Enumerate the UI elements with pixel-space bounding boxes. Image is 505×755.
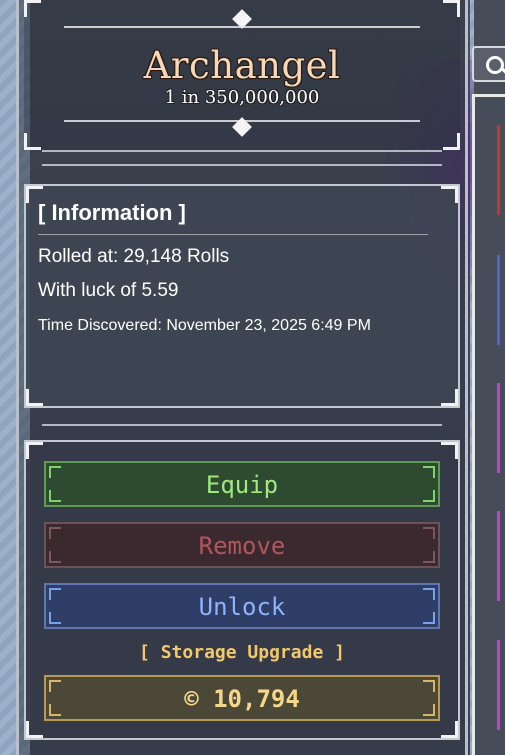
corner-bracket bbox=[423, 490, 435, 502]
information-panel: [ Information ] Rolled at: 29,148 Rolls … bbox=[24, 184, 460, 408]
remove-button[interactable]: Remove bbox=[44, 522, 440, 568]
corner-bracket bbox=[24, 133, 41, 150]
aura-header: Archangel 1 in 350,000,000 bbox=[24, 0, 460, 150]
information-heading: [ Information ] bbox=[38, 200, 186, 225]
corner-bracket bbox=[423, 704, 435, 716]
aura-list-item[interactable] bbox=[497, 125, 505, 215]
corner-bracket bbox=[49, 612, 61, 624]
corner-bracket bbox=[443, 133, 460, 150]
corner-bracket bbox=[24, 0, 41, 17]
corner-bracket bbox=[441, 186, 458, 203]
aura-list-item[interactable] bbox=[497, 640, 505, 730]
corner-bracket bbox=[423, 680, 435, 692]
corner-bracket bbox=[423, 527, 435, 539]
corner-bracket bbox=[26, 389, 43, 406]
actions-panel: Equip Remove Unlock [ Storage Upgrade ] … bbox=[24, 440, 460, 740]
aura-rarity: 1 in 350,000,000 bbox=[164, 87, 320, 108]
luck-text: With luck of 5.59 bbox=[38, 280, 179, 301]
corner-bracket bbox=[49, 490, 61, 502]
unlock-button-label: Unlock bbox=[198, 593, 286, 621]
equip-button-label: Equip bbox=[205, 471, 279, 499]
corner-bracket bbox=[26, 442, 43, 459]
header-line-top bbox=[64, 26, 420, 28]
aura-title: Archangel bbox=[143, 44, 341, 87]
corner-bracket bbox=[441, 389, 458, 406]
aura-list-item[interactable] bbox=[497, 511, 505, 601]
aura-list-item[interactable] bbox=[497, 383, 505, 473]
search-button[interactable] bbox=[472, 46, 505, 82]
corner-bracket bbox=[49, 704, 61, 716]
remove-button-label: Remove bbox=[198, 532, 286, 560]
divider bbox=[42, 150, 442, 152]
corner-bracket bbox=[441, 442, 458, 459]
corner-bracket bbox=[26, 721, 43, 738]
corner-bracket bbox=[49, 527, 61, 539]
corner-bracket bbox=[423, 588, 435, 600]
unlock-button[interactable]: Unlock bbox=[44, 583, 440, 629]
time-discovered-text: Time Discovered: November 23, 2025 6:49 … bbox=[38, 317, 371, 334]
divider bbox=[42, 424, 442, 426]
search-icon bbox=[486, 56, 504, 74]
search-icon-handle bbox=[501, 67, 505, 76]
corner-bracket bbox=[423, 612, 435, 624]
corner-bracket bbox=[423, 551, 435, 563]
rolled-at-text: Rolled at: 29,148 Rolls bbox=[38, 246, 230, 267]
corner-bracket bbox=[441, 721, 458, 738]
price-label: © 10,794 bbox=[184, 685, 300, 713]
storage-upgrade-link[interactable]: [ Storage Upgrade ] bbox=[26, 642, 458, 663]
corner-bracket bbox=[443, 0, 460, 17]
information-rule bbox=[38, 234, 428, 235]
corner-bracket bbox=[423, 466, 435, 478]
storage-upgrade-buy-button[interactable]: © 10,794 bbox=[44, 675, 440, 721]
equip-button[interactable]: Equip bbox=[44, 461, 440, 507]
divider bbox=[42, 164, 442, 166]
corner-bracket bbox=[49, 551, 61, 563]
aura-list-item[interactable] bbox=[497, 255, 505, 345]
corner-bracket bbox=[49, 466, 61, 478]
corner-bracket bbox=[49, 680, 61, 692]
corner-bracket bbox=[49, 588, 61, 600]
